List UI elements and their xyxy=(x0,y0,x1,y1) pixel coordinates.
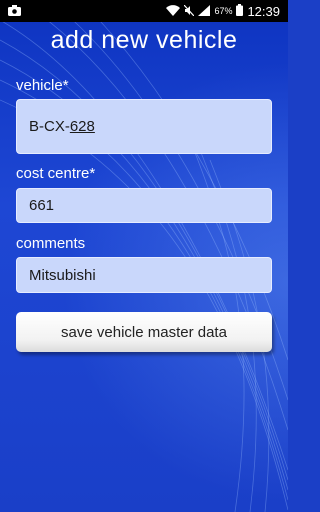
save-vehicle-button[interactable]: save vehicle master data xyxy=(16,312,272,352)
status-bar: 67% 12:39 xyxy=(0,0,288,22)
cost-centre-value: 661 xyxy=(29,197,55,214)
clock: 12:39 xyxy=(247,3,280,19)
vehicle-value-prefix: B-CX- xyxy=(29,118,70,135)
comments-field[interactable]: Mitsubishi xyxy=(16,257,272,293)
battery-icon xyxy=(236,3,244,19)
vehicle-label: vehicle* xyxy=(16,77,69,94)
signal-icon xyxy=(198,4,211,19)
wifi-icon xyxy=(166,4,181,19)
save-vehicle-button-label: save vehicle master data xyxy=(61,323,227,341)
camera-icon xyxy=(8,4,21,19)
cost-centre-field[interactable]: 661 xyxy=(16,188,272,223)
battery-percent: 67% xyxy=(214,6,233,16)
page-title: add new vehicle xyxy=(50,26,238,54)
comments-value: Mitsubishi xyxy=(29,266,96,284)
vehicle-field[interactable]: B-CX- 628 xyxy=(16,99,272,154)
comments-label: comments xyxy=(16,235,86,252)
vehicle-value-suffix: 628 xyxy=(69,118,95,135)
mute-icon xyxy=(183,4,195,19)
cost-centre-label: cost centre* xyxy=(16,165,96,182)
